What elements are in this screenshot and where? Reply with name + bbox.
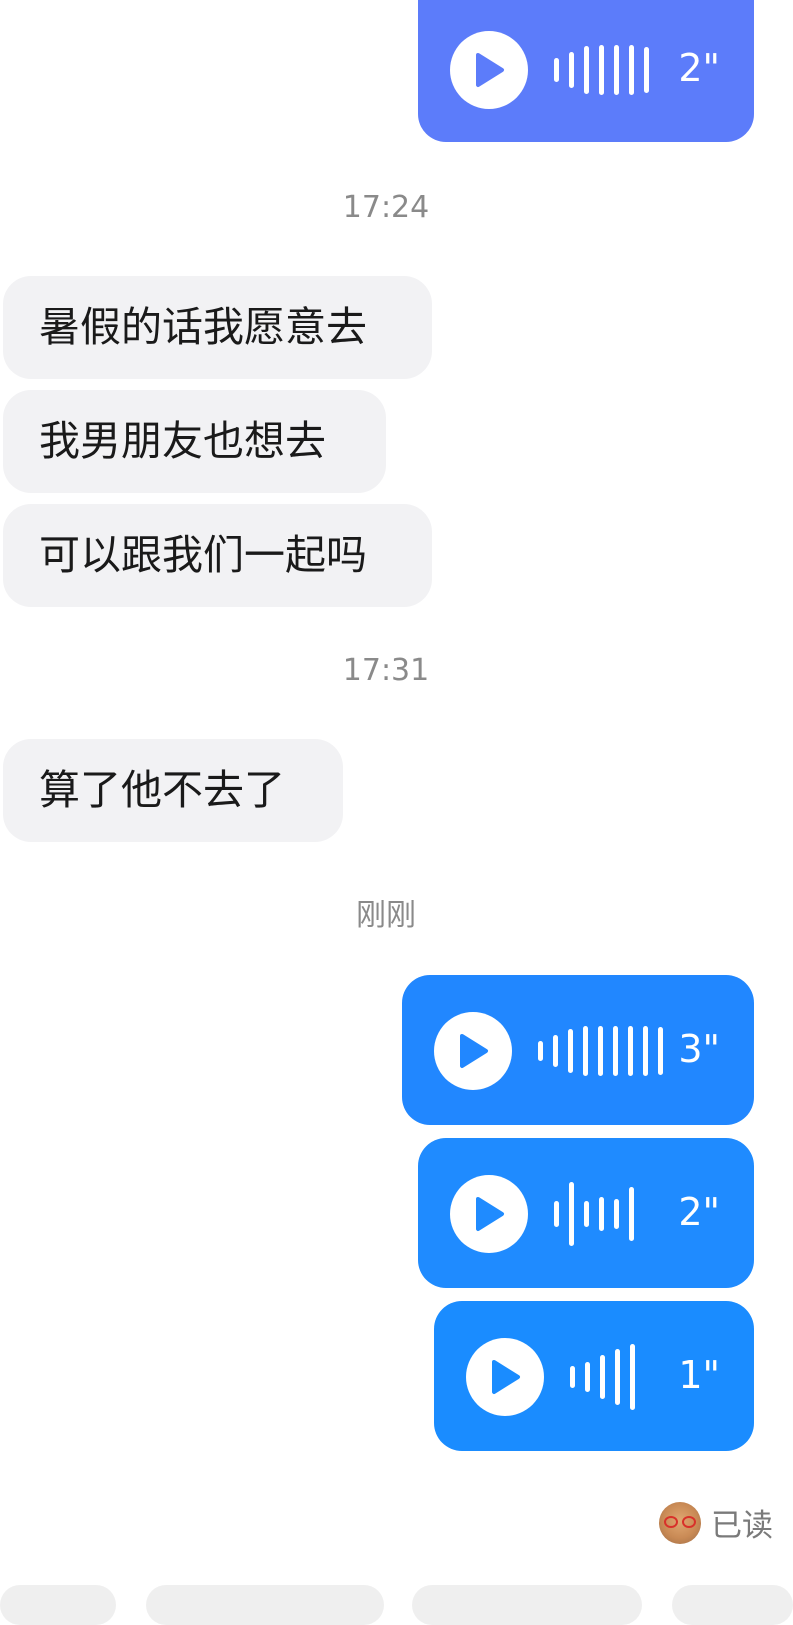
voice-message[interactable]: 3"	[402, 975, 754, 1125]
play-button[interactable]	[450, 1175, 528, 1253]
quick-reply-chip[interactable]	[412, 1585, 642, 1625]
voice-message[interactable]: 2"	[418, 1138, 754, 1288]
incoming-message[interactable]: 可以跟我们一起吗	[3, 504, 432, 607]
timestamp: 刚刚	[356, 898, 416, 933]
incoming-message[interactable]: 我男朋友也想去	[3, 390, 386, 493]
incoming-message[interactable]: 算了他不去了	[3, 739, 343, 842]
voice-message-top[interactable]: 2"	[418, 0, 754, 142]
play-button[interactable]	[450, 31, 528, 109]
quick-reply-chip[interactable]	[146, 1585, 384, 1625]
waveform-icon	[538, 1011, 673, 1091]
voice-duration: 1"	[678, 1353, 720, 1397]
voice-duration: 3"	[678, 1027, 720, 1071]
play-icon	[476, 1197, 504, 1231]
voice-duration: 2"	[678, 46, 720, 90]
play-icon	[460, 1034, 488, 1068]
incoming-message[interactable]: 暑假的话我愿意去	[3, 276, 432, 379]
read-receipt: 已读	[659, 1500, 773, 1545]
timestamp: 17:31	[342, 653, 430, 688]
quick-reply-chip[interactable]	[0, 1585, 116, 1625]
voice-message[interactable]: 1"	[434, 1301, 754, 1451]
play-button[interactable]	[466, 1338, 544, 1416]
quick-reply-chip[interactable]	[672, 1585, 793, 1625]
read-label: 已读	[711, 1508, 773, 1544]
avatar-icon[interactable]	[659, 1501, 701, 1544]
play-icon	[492, 1360, 520, 1394]
play-icon	[476, 53, 504, 87]
waveform-icon	[554, 30, 659, 110]
play-button[interactable]	[434, 1012, 512, 1090]
voice-duration: 2"	[678, 1190, 720, 1234]
waveform-icon	[570, 1337, 645, 1417]
timestamp: 17:24	[342, 190, 430, 225]
waveform-icon	[554, 1174, 644, 1254]
